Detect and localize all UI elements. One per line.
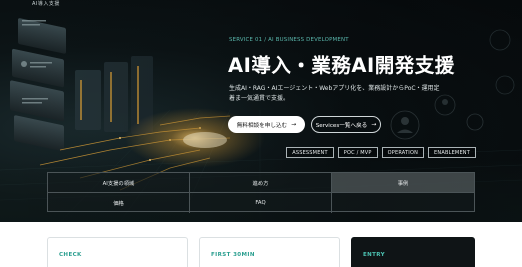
nav-faq[interactable]: FAQ [190,193,332,213]
card-entry: ENTRY [351,237,475,267]
card-check: CHECK [47,237,188,267]
free-consultation-label: 無料相談を申し込む [236,122,288,129]
card-first-30min: FIRST 30MIN [199,237,340,267]
page-title: AI導入・業務AI開発支援 [228,54,455,77]
nav-process[interactable]: 進め方 [190,173,332,193]
back-to-services-button[interactable]: Services一覧へ戻る → [311,116,381,133]
nav-empty-cell [332,193,474,213]
page: AI導入支援 SERVICE 01 / AI BUSINESS DEVELOPM… [0,0,522,267]
service-tags: ASSESSMENT POC / MVP OPERATION ENABLEMEN… [286,147,476,158]
section-nav-grid: AI支援の領域 進め方 事例 価格 FAQ [47,172,475,213]
topbar-label: AI導入支援 [32,1,60,7]
hero-section: AI導入支援 SERVICE 01 / AI BUSINESS DEVELOPM… [0,0,522,222]
card-first-30min-label: FIRST 30MIN [211,252,255,258]
section-eyebrow: SERVICE 01 / AI BUSINESS DEVELOPMENT [229,37,349,43]
nav-ai-domains[interactable]: AI支援の領域 [48,173,190,193]
free-consultation-button[interactable]: 無料相談を申し込む → [228,116,305,133]
tag-assessment[interactable]: ASSESSMENT [286,147,334,158]
arrow-right-icon: → [371,121,377,128]
tag-enablement[interactable]: ENABLEMENT [428,147,476,158]
card-check-label: CHECK [59,252,82,258]
hero-description: 生成AI・RAG・AIエージェント・Webアプリ化を、業務設計からPoC・運用定… [229,85,440,102]
back-to-services-label: Services一覧へ戻る [315,122,368,129]
arrow-right-icon: → [291,121,297,128]
tag-poc-mvp[interactable]: POC / MVP [337,147,378,158]
nav-cases[interactable]: 事例 [332,173,474,193]
intro-cards: CHECK FIRST 30MIN ENTRY [47,237,475,267]
nav-pricing[interactable]: 価格 [48,193,190,213]
tag-operation[interactable]: OPERATION [381,147,425,158]
card-entry-label: ENTRY [363,252,386,258]
